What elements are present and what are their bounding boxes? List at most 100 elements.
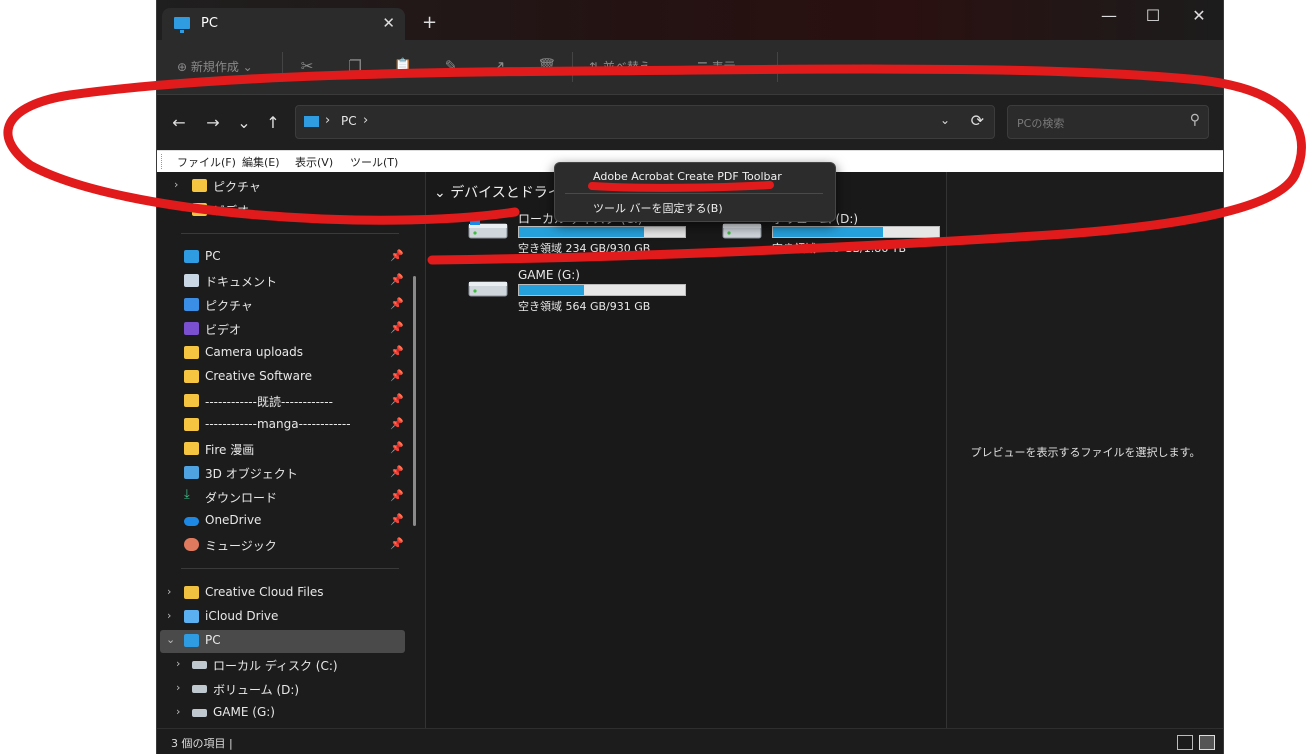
sidebar-scrollbar[interactable] — [413, 276, 416, 526]
menu-item-acrobat-toolbar[interactable]: Adobe Acrobat Create PDF Toolbar — [593, 170, 782, 183]
rename-icon[interactable]: ✎ — [441, 57, 461, 77]
minimize-button[interactable]: — — [1095, 6, 1123, 25]
toolbar-divider — [282, 52, 283, 82]
sort-button[interactable]: ⇅ 並べ替え ⌄ — [589, 58, 665, 75]
paste-icon[interactable]: 📋 — [393, 57, 413, 77]
pin-icon[interactable]: 📌 — [390, 513, 404, 526]
breadcrumb-pc[interactable]: PC — [341, 114, 357, 128]
chevron-right-icon[interactable]: › — [176, 705, 180, 718]
toolbar-divider — [572, 52, 573, 82]
chevron-right-icon[interactable]: › — [167, 585, 171, 598]
sidebar-item-downloads[interactable]: ⤓ ダウンロード 📌 — [157, 486, 407, 508]
sidebar-item-drive-c[interactable]: › ローカル ディスク (C:) — [157, 654, 407, 676]
sidebar-item-label: ------------manga------------ — [205, 417, 351, 431]
sidebar-item-videos-pinned[interactable]: ビデオ 📌 — [157, 318, 407, 340]
command-bar: ⊕ 新規作成 ⌄ ✂ ❐ 📋 ✎ ↗ 🗑 ⇅ 並べ替え ⌄ ☰ 表示 ⌄ — [157, 40, 1223, 95]
pin-icon[interactable]: 📌 — [390, 489, 404, 502]
cut-icon[interactable]: ✂ — [297, 57, 317, 77]
pin-icon[interactable]: 📌 — [390, 393, 404, 406]
pin-icon[interactable]: 📌 — [390, 537, 404, 550]
sidebar-item-3d-objects[interactable]: 3D オブジェクト 📌 — [157, 462, 407, 484]
menu-edit[interactable]: 編集(E) — [242, 154, 280, 170]
pin-icon[interactable]: 📌 — [390, 369, 404, 382]
address-dropdown-icon[interactable]: ⌄ — [940, 113, 950, 127]
chevron-down-icon[interactable]: ⌄ — [166, 633, 175, 646]
sidebar-item-pictures[interactable]: › ピクチャ — [157, 175, 407, 197]
chevron-right-icon[interactable]: › — [176, 681, 180, 694]
pc-icon — [184, 634, 199, 647]
drive-usage-bar — [772, 226, 940, 238]
recent-locations-button[interactable]: ⌄ — [233, 113, 255, 132]
sidebar-item-label: ビデオ — [213, 204, 250, 218]
sidebar-item-pictures-pinned[interactable]: ピクチャ 📌 — [157, 294, 407, 316]
pin-icon[interactable]: 📌 — [390, 273, 404, 286]
sidebar-item-onedrive[interactable]: OneDrive 📌 — [157, 510, 407, 532]
sidebar-item-videos[interactable]: ビデオ — [157, 199, 407, 221]
tab-close-icon[interactable]: ✕ — [382, 14, 395, 32]
sidebar-item-camera-uploads[interactable]: Camera uploads 📌 — [157, 342, 407, 364]
chevron-right-icon[interactable]: › — [176, 657, 180, 670]
pin-icon[interactable]: 📌 — [390, 345, 404, 358]
refresh-button[interactable]: ⟳ — [971, 111, 984, 130]
back-button[interactable]: ← — [168, 113, 190, 132]
menu-tools[interactable]: ツール(T) — [350, 154, 398, 170]
drive-usage-bar — [518, 284, 686, 296]
navigation-pane: › ピクチャ ビデオ PC 📌 ドキュメント 📌 ピクチャ 📌 ビデオ 📌 Ca… — [157, 172, 425, 728]
sidebar-item-music[interactable]: ミュージック 📌 — [157, 534, 407, 556]
tiles-view-icon[interactable] — [1199, 735, 1215, 750]
sidebar-item-label: ドキュメント — [205, 275, 278, 289]
toolbar-divider — [777, 52, 778, 82]
pin-icon[interactable]: 📌 — [390, 441, 404, 454]
close-button[interactable]: ✕ — [1185, 6, 1213, 25]
pin-icon[interactable]: 📌 — [390, 465, 404, 478]
copy-icon[interactable]: ❐ — [345, 57, 365, 77]
drive-usage-fill — [519, 285, 584, 295]
sidebar-item-creative-software[interactable]: Creative Software 📌 — [157, 366, 407, 388]
share-icon[interactable]: ↗ — [489, 57, 509, 77]
hard-drive-icon — [468, 218, 508, 239]
pin-icon[interactable]: 📌 — [390, 321, 404, 334]
chevron-down-icon[interactable]: ⌄ — [434, 185, 446, 201]
navigation-row: ← → ⌄ ↑ › PC › ⌄ ⟳ PCの検索 ⚲ — [157, 95, 1223, 150]
search-box[interactable]: PCの検索 ⚲ — [1007, 105, 1209, 139]
sidebar-item-drive-d[interactable]: › ボリューム (D:) — [157, 678, 407, 700]
drive-icon — [192, 661, 207, 669]
sidebar-item-pc[interactable]: PC 📌 — [157, 246, 407, 268]
chevron-right-icon[interactable]: › — [174, 178, 178, 191]
tab-pc[interactable]: PC ✕ — [162, 8, 405, 40]
pin-icon[interactable]: 📌 — [390, 417, 404, 430]
menu-grip — [161, 154, 164, 169]
sidebar-item-drive-g[interactable]: › GAME (G:) — [157, 702, 407, 724]
pin-icon[interactable]: 📌 — [390, 297, 404, 310]
sidebar-item-manga[interactable]: ------------manga------------ 📌 — [157, 414, 407, 436]
sidebar-item-creative-cloud[interactable]: › Creative Cloud Files — [157, 582, 407, 604]
sidebar-item-fire-manga[interactable]: Fire 漫画 📌 — [157, 438, 407, 460]
3d-objects-icon — [184, 466, 199, 479]
delete-icon[interactable]: 🗑 — [537, 57, 557, 77]
address-bar[interactable]: › PC › ⌄ ⟳ — [295, 105, 995, 139]
details-view-icon[interactable] — [1177, 735, 1193, 750]
sidebar-item-pc-tree[interactable]: ⌄ PC — [157, 630, 407, 652]
menu-item-lock-toolbar[interactable]: ツール バーを固定する(B) — [593, 200, 723, 216]
forward-button[interactable]: → — [202, 113, 224, 132]
pin-icon[interactable]: 📌 — [390, 249, 404, 262]
up-button[interactable]: ↑ — [262, 113, 284, 132]
menu-view[interactable]: 表示(V) — [295, 154, 333, 170]
sidebar-item-kidoku[interactable]: ------------既読------------ 📌 — [157, 390, 407, 412]
breadcrumb-separator[interactable]: › — [363, 113, 368, 128]
sidebar-item-icloud[interactable]: › iCloud Drive — [157, 606, 407, 628]
chevron-right-icon[interactable]: › — [167, 609, 171, 622]
sidebar-item-label: ローカル ディスク (C:) — [213, 659, 338, 673]
search-placeholder: PCの検索 — [1017, 117, 1065, 130]
view-button[interactable]: ☰ 表示 ⌄ — [697, 58, 749, 75]
menu-file[interactable]: ファイル(F) — [177, 154, 236, 170]
sidebar-item-label: ミュージック — [205, 539, 277, 553]
drive-tile[interactable]: GAME (G:) 空き領域 564 GB/931 GB — [468, 268, 718, 313]
drive-usage-fill — [773, 227, 883, 237]
maximize-button[interactable]: ☐ — [1139, 6, 1167, 25]
sidebar-item-documents[interactable]: ドキュメント 📌 — [157, 270, 407, 292]
new-button[interactable]: ⊕ 新規作成 ⌄ — [177, 58, 253, 75]
icloud-icon — [184, 610, 199, 623]
new-tab-button[interactable]: + — [422, 12, 437, 33]
search-icon[interactable]: ⚲ — [1190, 112, 1200, 128]
